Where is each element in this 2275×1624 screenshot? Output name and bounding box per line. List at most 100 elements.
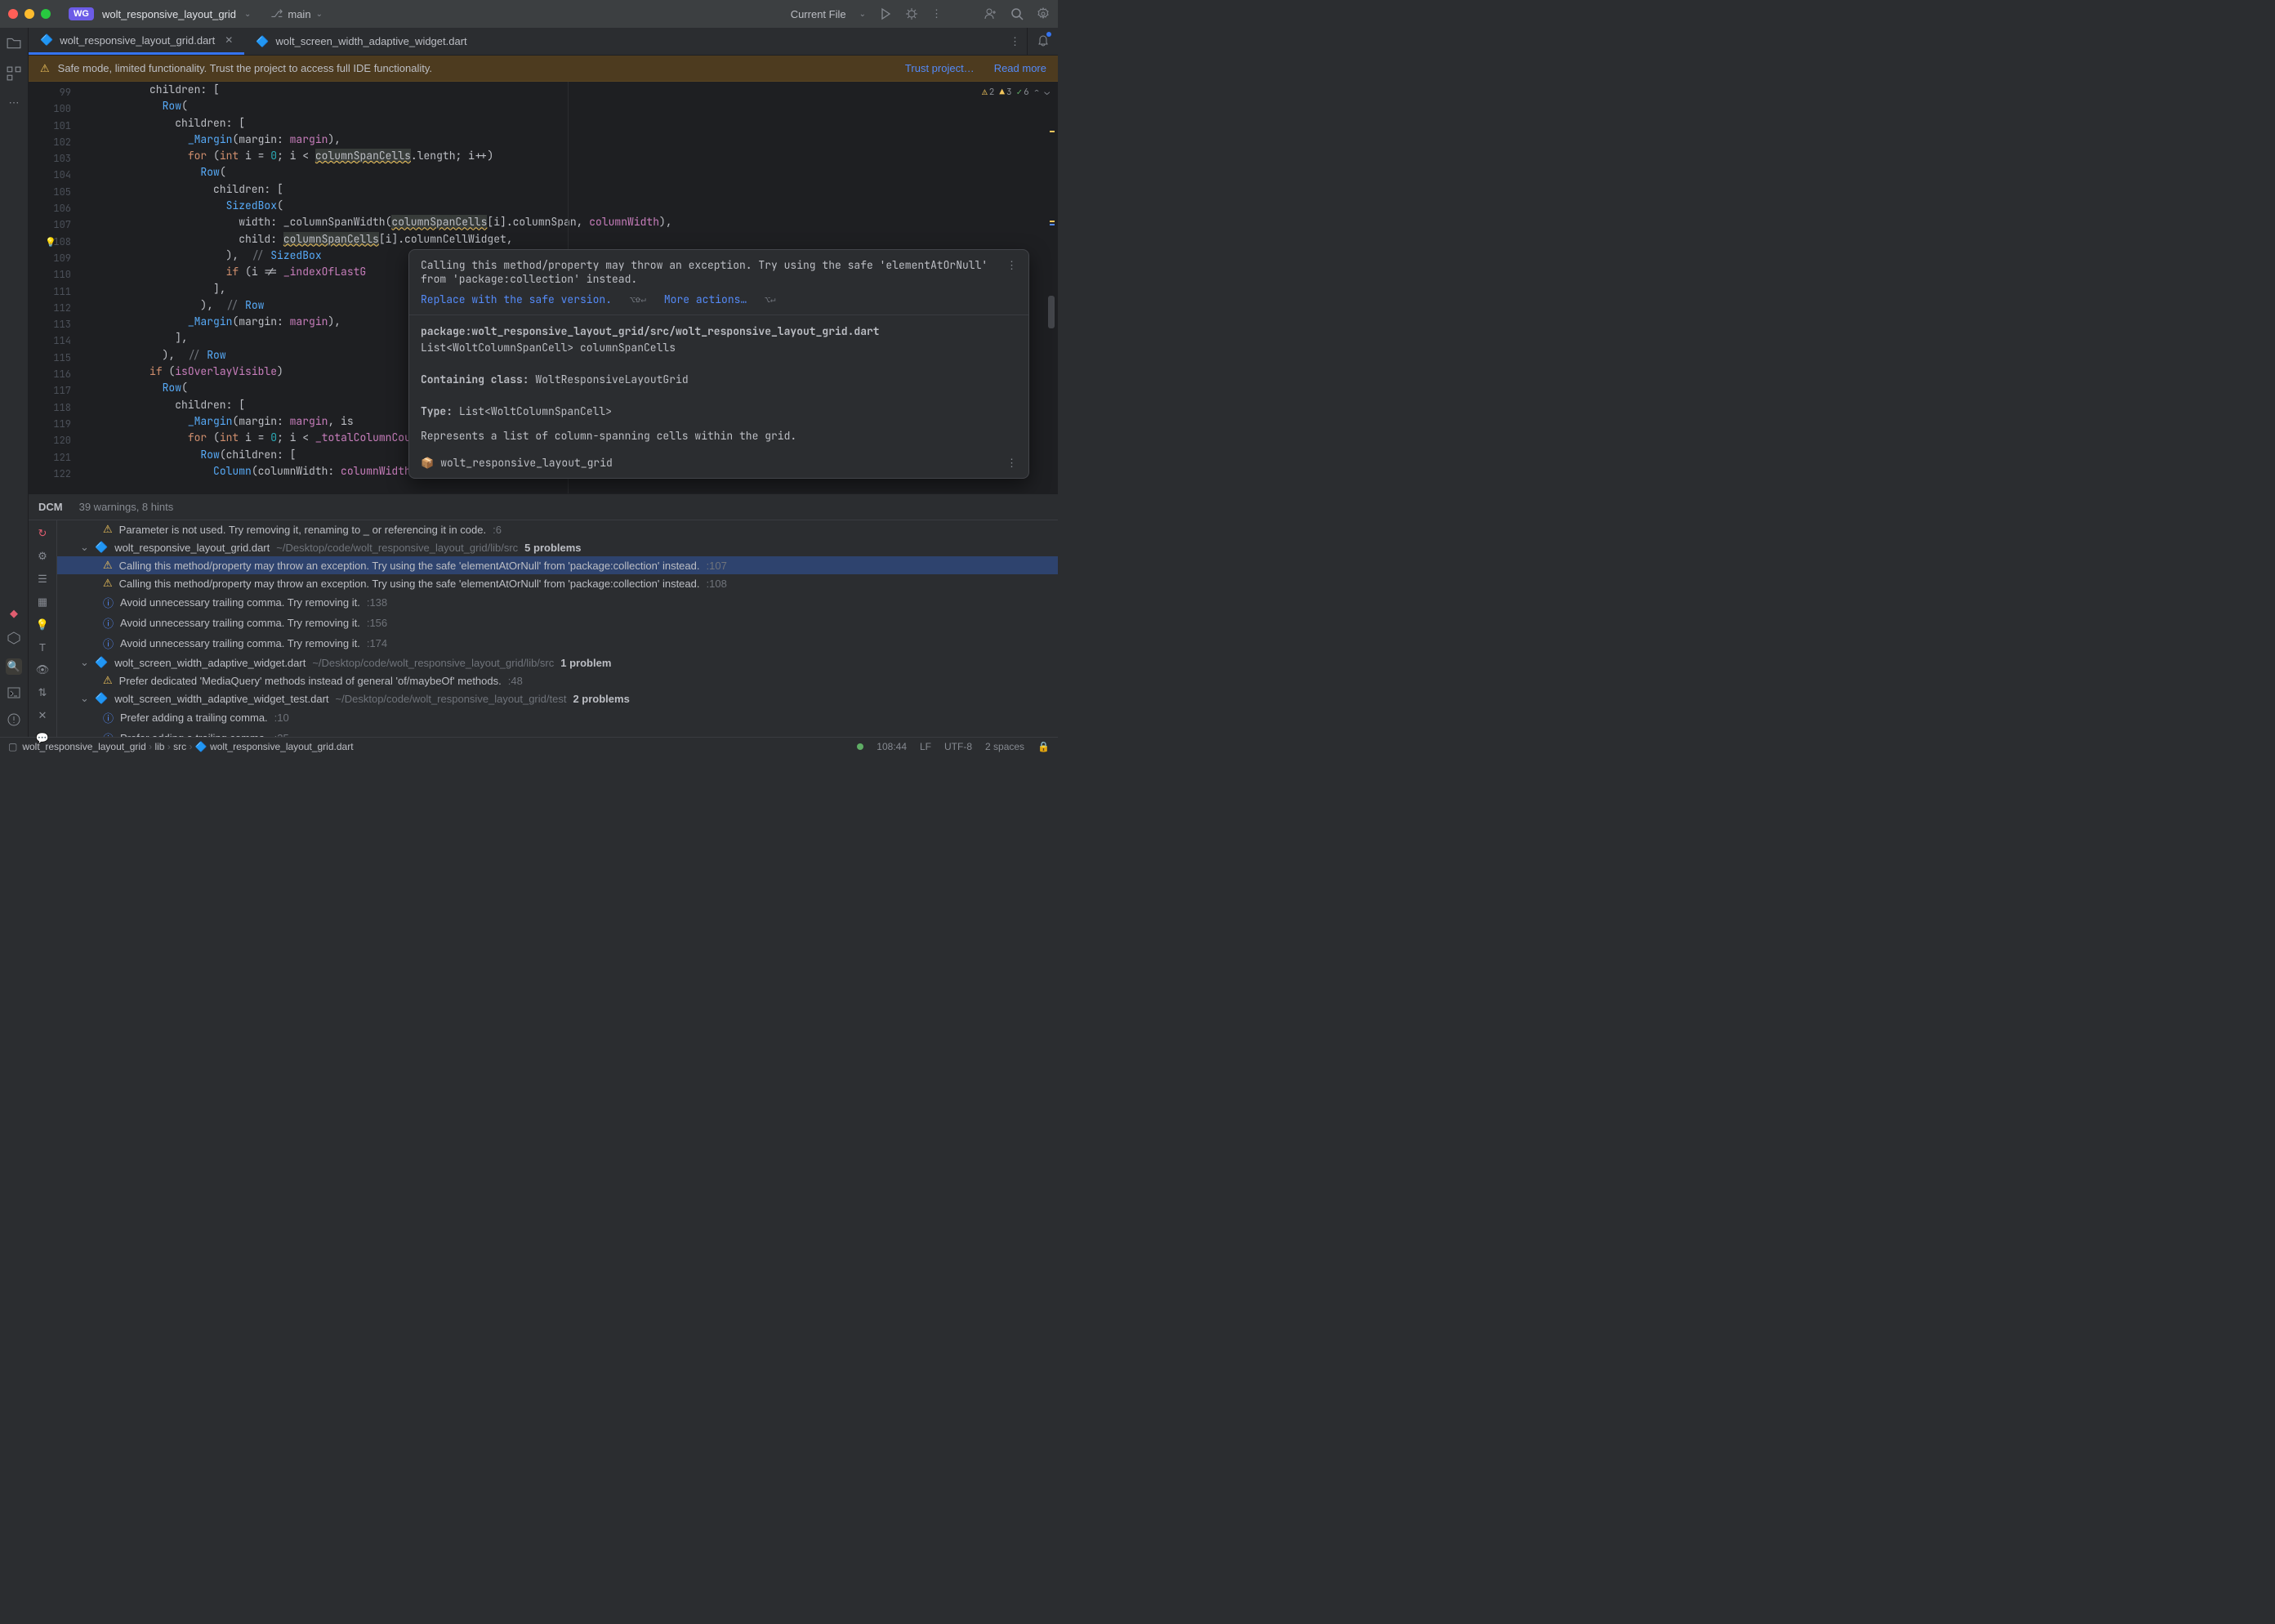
inspection-summary[interactable]: ⚠2 ▲3 ✓6 ⌃ ⌄ [982, 87, 1050, 98]
services-tool-icon[interactable] [7, 631, 20, 647]
close-icon[interactable]: ✕ [38, 709, 47, 722]
code-line[interactable]: Row( [86, 164, 1058, 181]
chevron-down-icon[interactable]: ⌄ [80, 541, 88, 554]
problem-item[interactable]: ⚠Parameter is not used. Try removing it,… [57, 520, 1058, 538]
run-icon[interactable] [879, 7, 892, 20]
project-name[interactable]: wolt_responsive_layout_grid [102, 8, 236, 20]
problem-location: :35 [274, 732, 289, 737]
editor-tab[interactable]: 🔷wolt_screen_width_adaptive_widget.dart [244, 28, 478, 55]
problem-item[interactable]: ⚠Calling this method/property may throw … [57, 574, 1058, 592]
breadcrumb[interactable]: wolt_responsive_layout_grid.dart [210, 741, 353, 752]
trust-project-link[interactable]: Trust project… [905, 62, 975, 74]
sort-icon[interactable]: ⇅ [38, 686, 47, 699]
problem-location: :138 [367, 596, 387, 609]
type-icon[interactable]: T [39, 641, 46, 654]
minimize-window[interactable] [25, 9, 34, 19]
line-ending[interactable]: LF [920, 741, 931, 752]
problem-item[interactable]: ⚠Prefer dedicated 'MediaQuery' methods i… [57, 671, 1058, 689]
replace-fix-link[interactable]: Replace with the safe version. [421, 292, 612, 306]
more-icon[interactable]: ⋮ [931, 7, 942, 20]
code-line[interactable]: _Margin(margin: margin), [86, 132, 1058, 148]
editor-tab[interactable]: 🔷wolt_responsive_layout_grid.dart✕ [29, 28, 244, 55]
warning-count: 3 [1006, 87, 1012, 98]
read-more-link[interactable]: Read more [994, 62, 1046, 74]
vcs-branch[interactable]: ⎇ main ⌄ [270, 7, 323, 20]
search-icon[interactable] [1010, 7, 1024, 20]
problems-tool-icon[interactable] [7, 713, 20, 729]
problem-group[interactable]: ⌄🔷wolt_screen_width_adaptive_widget_test… [57, 689, 1058, 707]
lock-icon[interactable]: 🔒 [1037, 741, 1050, 752]
breadcrumb[interactable]: src [173, 741, 186, 752]
encoding[interactable]: UTF-8 [944, 741, 972, 752]
code-line[interactable]: SizedBox( [86, 198, 1058, 214]
chevron-down-icon[interactable]: ⌄ [80, 656, 88, 669]
indent[interactable]: 2 spaces [985, 741, 1024, 752]
problem-item[interactable]: ⓘAvoid unnecessary trailing comma. Try r… [57, 613, 1058, 633]
code-line[interactable]: for (int i = 0; i < columnSpanCells.leng… [86, 148, 1058, 164]
code-line[interactable]: children: [ [86, 181, 1058, 198]
structure-tool-icon[interactable] [7, 66, 21, 83]
bulb-icon[interactable]: 💡 [36, 618, 49, 631]
file-path: ~/Desktop/code/wolt_responsive_layout_gr… [312, 657, 554, 669]
more-icon[interactable]: ⋮ [1006, 258, 1017, 286]
warning-icon: ⚠ [103, 577, 113, 590]
debug-icon[interactable] [905, 7, 918, 20]
zoom-window[interactable] [41, 9, 51, 19]
more-actions-link[interactable]: More actions… [664, 292, 747, 306]
problem-item[interactable]: ⓘAvoid unnecessary trailing comma. Try r… [57, 633, 1058, 654]
code-line[interactable]: Row( [86, 98, 1058, 114]
settings-icon[interactable]: ⚙ [38, 550, 47, 563]
folder-icon: ▢ [8, 741, 17, 752]
analysis-tool-icon[interactable]: 🔍 [6, 658, 22, 675]
file-icon[interactable]: ▦ [38, 596, 47, 609]
chevron-down-icon[interactable]: ⌄ [859, 10, 866, 19]
problems-list[interactable]: ⚠Parameter is not used. Try removing it,… [57, 520, 1058, 737]
eye-icon[interactable]: 👁 [36, 663, 50, 676]
status-indicator[interactable] [857, 743, 863, 750]
info-icon: ⓘ [103, 615, 114, 631]
project-tool-icon[interactable] [7, 36, 21, 53]
chevron-up-icon[interactable]: ⌃ [1034, 87, 1040, 98]
code-line[interactable]: width: _columnSpanWidth(columnSpanCells[… [86, 214, 1058, 230]
chevron-down-icon[interactable]: ⌄ [80, 692, 88, 705]
problem-item[interactable]: ⓘPrefer adding a trailing comma. :10 [57, 707, 1058, 728]
refresh-icon[interactable]: ↻ [38, 527, 47, 540]
problem-item[interactable]: ⓘAvoid unnecessary trailing comma. Try r… [57, 592, 1058, 613]
problem-group[interactable]: ⌄🔷wolt_screen_width_adaptive_widget.dart… [57, 654, 1058, 671]
problem-item[interactable]: ⓘPrefer adding a trailing comma. :35 [57, 728, 1058, 737]
code-line[interactable]: child: columnSpanCells[i].columnCellWidg… [86, 231, 1058, 248]
chevron-down-icon[interactable]: ⌄ [244, 10, 251, 19]
breadcrumb[interactable]: lib [154, 741, 164, 752]
weak-count: 6 [1024, 87, 1029, 98]
info-icon: ⓘ [103, 636, 114, 651]
problem-text: Prefer adding a trailing comma. [120, 712, 268, 724]
terminal-tool-icon[interactable] [7, 686, 20, 702]
breadcrumb[interactable]: wolt_responsive_layout_grid [22, 741, 145, 752]
tabs-more-icon[interactable]: ⋮ [1010, 35, 1020, 48]
dart-tool-icon[interactable]: ◆ [10, 607, 18, 620]
titlebar: WG wolt_responsive_layout_grid ⌄ ⎇ main … [0, 0, 1058, 28]
dcm-tab[interactable]: DCM [38, 501, 63, 513]
problem-item[interactable]: ⚠Calling this method/property may throw … [57, 556, 1058, 574]
warning-icon: ⚠ [103, 559, 113, 572]
more-icon[interactable]: ⋮ [1006, 456, 1017, 470]
close-tab-icon[interactable]: ✕ [225, 34, 233, 46]
notifications-icon[interactable] [1037, 33, 1050, 49]
panel-summary: 39 warnings, 8 hints [79, 501, 174, 513]
problem-text: Avoid unnecessary trailing comma. Try re… [120, 596, 360, 609]
code-line[interactable]: children: [ [86, 82, 1058, 98]
close-window[interactable] [8, 9, 18, 19]
code-area[interactable]: ⚠2 ▲3 ✓6 ⌃ ⌄ children: [ Row( children: … [86, 82, 1058, 493]
code-line[interactable]: children: [ [86, 115, 1058, 132]
error-stripe[interactable] [1048, 82, 1056, 493]
settings-icon[interactable] [1037, 7, 1050, 20]
branch-name: main [288, 8, 310, 20]
add-user-icon[interactable] [984, 7, 997, 20]
list-icon[interactable]: ☰ [38, 573, 47, 586]
editor[interactable]: 9910010110210310410510610710810911011111… [29, 82, 1058, 493]
run-config[interactable]: Current File [791, 8, 846, 20]
panel-toolbar: ↻ ⚙ ☰ ▦ 💡 T 👁 ⇅ ✕ 💬 [29, 520, 57, 737]
cursor-position[interactable]: 108:44 [877, 741, 907, 752]
more-tool-icon[interactable]: ⋯ [9, 96, 20, 109]
problem-group[interactable]: ⌄🔷wolt_responsive_layout_grid.dart ~/Des… [57, 538, 1058, 556]
